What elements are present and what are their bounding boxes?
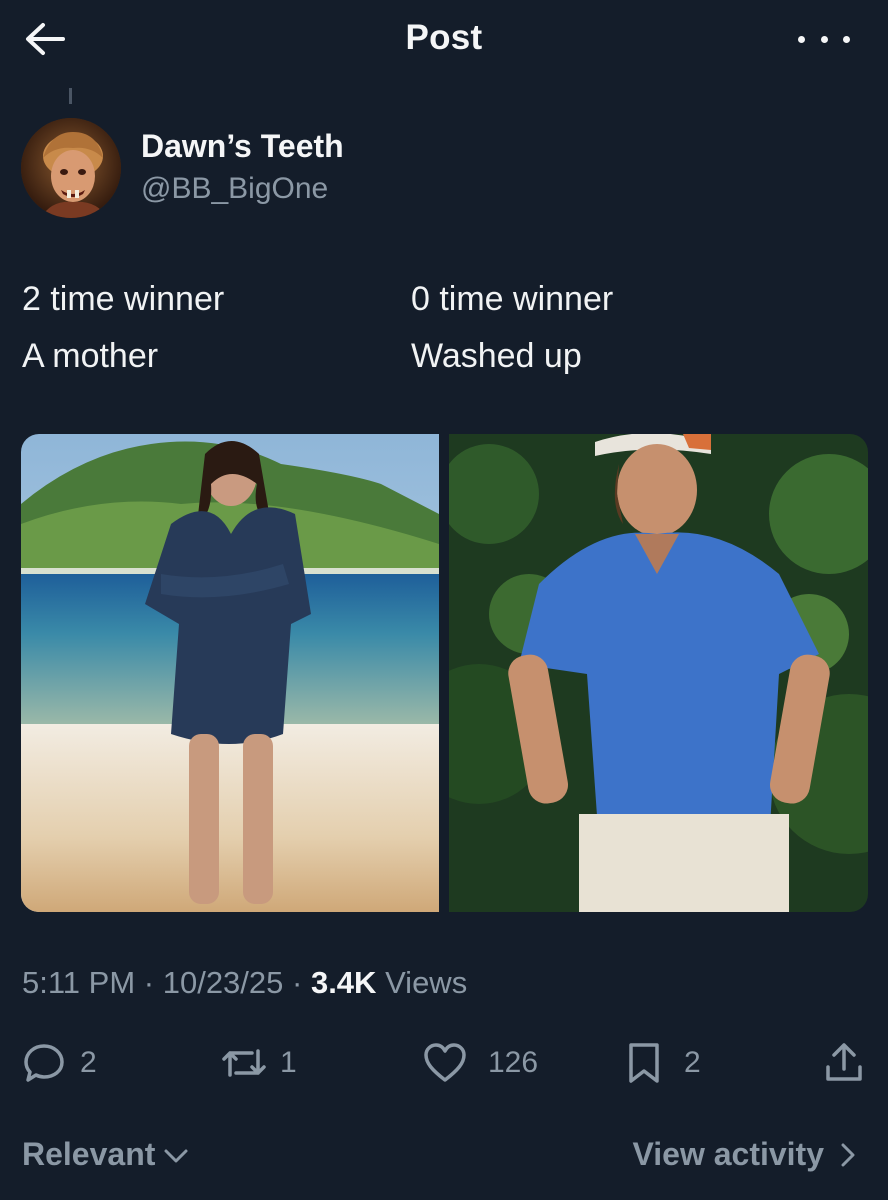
author-name[interactable]: Dawn’s Teeth [141, 128, 344, 165]
repost-button[interactable]: 1 [218, 1040, 297, 1086]
avatar[interactable] [21, 118, 121, 218]
like-button[interactable]: 126 [422, 1040, 538, 1086]
more-horizontal-icon [798, 35, 805, 43]
views-label: Views [385, 965, 468, 1000]
view-activity-link[interactable]: View activity [632, 1136, 860, 1173]
author-handle[interactable]: @BB_BigOne [141, 172, 328, 206]
views-count[interactable]: 3.4K [311, 965, 376, 1000]
bookmark-count: 2 [684, 1046, 701, 1079]
post-page: Post Dawn’s Teeth @BB_BigOne 2 time winn… [0, 0, 888, 1200]
like-count: 126 [488, 1046, 539, 1079]
page-title: Post [405, 18, 483, 57]
repost-count: 1 [280, 1046, 297, 1079]
share-button[interactable] [822, 1040, 866, 1086]
thread-connector [69, 88, 72, 104]
reply-icon [24, 1044, 64, 1082]
media-image-right[interactable] [409, 434, 868, 912]
more-options-button[interactable] [798, 26, 850, 52]
repost-icon [222, 1049, 266, 1077]
replies-footer: Relevant View activity [0, 1130, 888, 1190]
post-media [21, 434, 868, 912]
sort-label: Relevant [22, 1136, 156, 1172]
bookmark-icon [629, 1043, 659, 1083]
post-text-left-line1: 2 time winner [22, 280, 225, 318]
sort-replies-button[interactable]: Relevant [22, 1136, 191, 1173]
post-date: 10/23/25 [162, 965, 284, 1000]
reply-count: 2 [80, 1046, 97, 1079]
media-image-left[interactable] [21, 434, 439, 912]
view-activity-label: View activity [632, 1136, 824, 1172]
heart-icon [424, 1043, 466, 1082]
post-text-right-line2: Washed up [411, 337, 582, 375]
post-meta: 5:11 PM · 10/23/25 · 3.4K Views [22, 965, 468, 1000]
post-text-left-line2: A mother [22, 337, 159, 375]
bookmark-button[interactable]: 2 [626, 1040, 701, 1086]
action-bar: 2 1 126 2 [0, 1030, 888, 1100]
chevron-down-icon [164, 1149, 188, 1162]
top-bar: Post [0, 0, 888, 80]
reply-button[interactable]: 2 [22, 1040, 97, 1086]
post-text-right-line1: 0 time winner [411, 280, 614, 318]
post-time: 5:11 PM [22, 965, 136, 1000]
chevron-right-icon [841, 1143, 855, 1166]
share-icon [826, 1043, 862, 1081]
